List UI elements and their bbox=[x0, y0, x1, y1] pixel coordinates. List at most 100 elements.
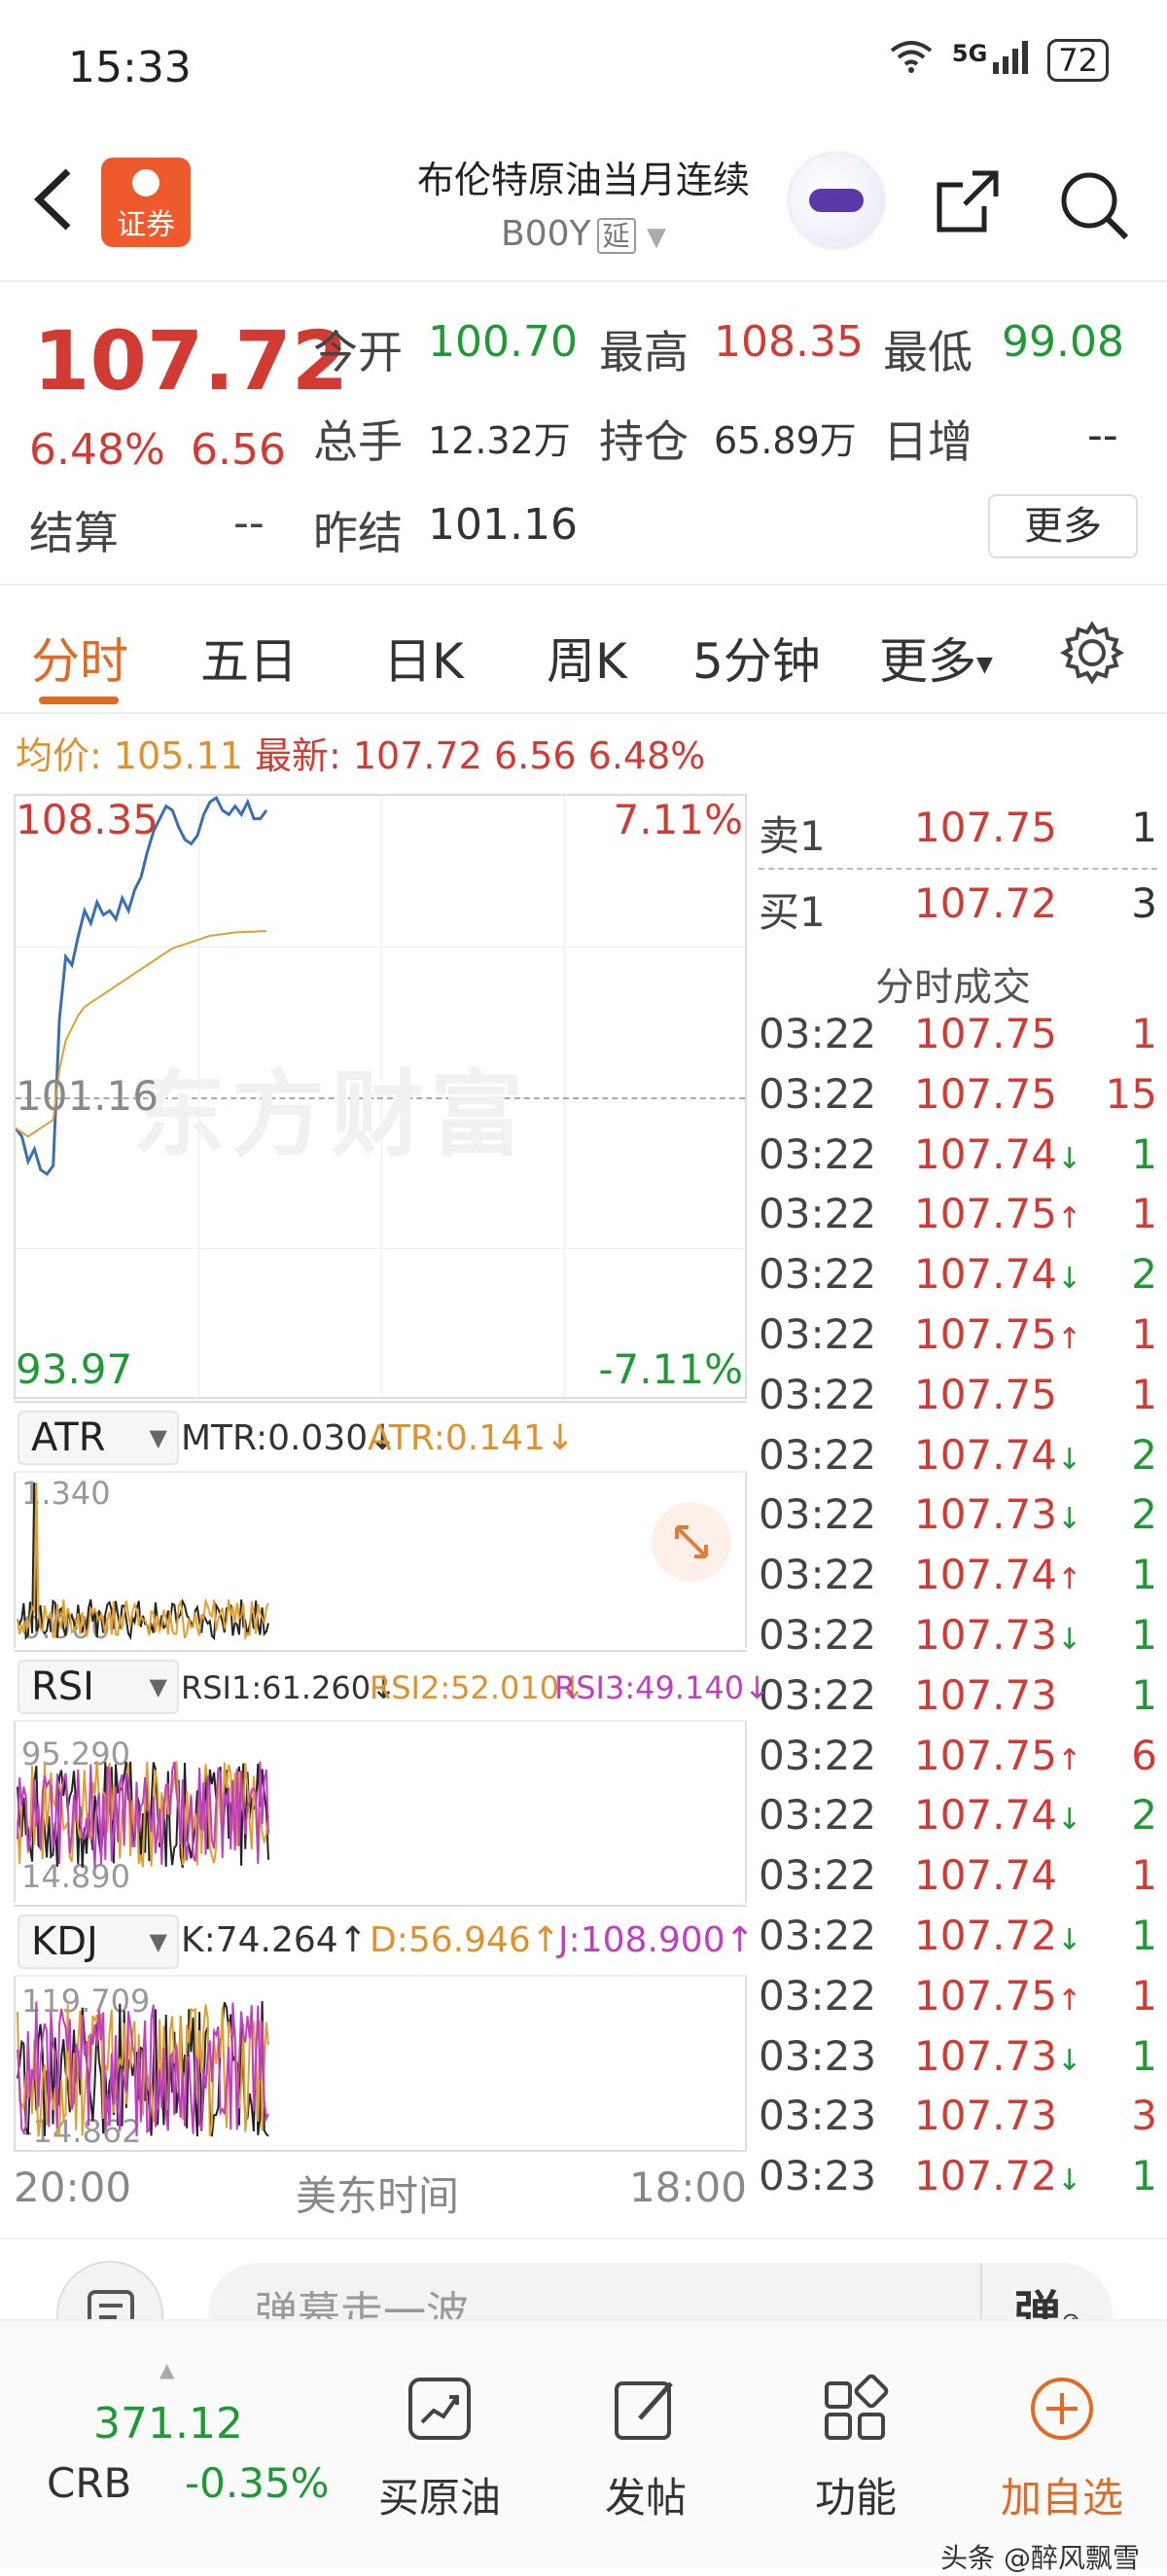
trade-volume: 1 bbox=[1131, 2031, 1157, 2080]
latest-change: 6.56 bbox=[493, 734, 577, 777]
kdj-indicator-select[interactable]: KDJ ▼ bbox=[18, 1914, 179, 1969]
tab-five-day[interactable]: 五日 bbox=[200, 623, 298, 693]
chart-settings-button[interactable] bbox=[1059, 621, 1125, 685]
trade-volume: 1 bbox=[1131, 1851, 1157, 1900]
trade-row: 03:22 107.74↓ 2 bbox=[759, 1791, 1167, 1849]
trade-row: 03:22 107.74↓ 2 bbox=[759, 1431, 1167, 1489]
bottom-nav: ▲ 371.12 CRB -0.35% 买原油 发帖 功能 加自选 bbox=[0, 2319, 1167, 2568]
arrow-down-icon: ↓ bbox=[1056, 1623, 1082, 1657]
atr-indicator-select[interactable]: ATR ▼ bbox=[18, 1411, 179, 1465]
nav-post-label: 发帖 bbox=[604, 2474, 687, 2522]
more-quote-button[interactable]: 更多 bbox=[988, 494, 1138, 558]
trade-time: 03:22 bbox=[759, 1010, 877, 1057]
grid-icon bbox=[825, 2374, 889, 2440]
intraday-chart[interactable]: 东方财富 108.35 7.11% 101.16 93.97 -7.11% bbox=[14, 794, 747, 1399]
arrow-up-icon: ↑ bbox=[1056, 1322, 1082, 1356]
latest-label: 最新: bbox=[254, 734, 341, 777]
trade-row: 03:22 107.75↑ 6 bbox=[759, 1732, 1167, 1790]
rsi1-value: RSI1:61.260↓ bbox=[181, 1669, 397, 1706]
kdj-chart: 119.709 -14.862 bbox=[14, 1977, 747, 2152]
trade-price: 107.72↓ bbox=[914, 1912, 1082, 1959]
share-button[interactable] bbox=[934, 167, 1002, 235]
trade-volume: 2 bbox=[1131, 1430, 1157, 1479]
ask-volume: 1 bbox=[1131, 804, 1157, 851]
nav-functions[interactable]: 功能 bbox=[778, 2374, 934, 2524]
avg-label: 均价: bbox=[16, 734, 102, 777]
signal-icon bbox=[991, 39, 1030, 82]
atr-header: ATR ▼ MTR:0.030↓ ATR:0.141↓ bbox=[14, 1401, 747, 1473]
trade-price: 107.74↓ bbox=[914, 1430, 1082, 1479]
volume-value: 12.32万 bbox=[428, 419, 571, 462]
tab-more[interactable]: 更多▼ bbox=[879, 623, 993, 693]
nav-add-watchlist-label: 加自选 bbox=[1000, 2474, 1123, 2522]
settle-label: 结算 bbox=[29, 507, 119, 559]
trade-volume: 6 bbox=[1131, 1731, 1157, 1779]
trade-price: 107.75↑ bbox=[914, 1971, 1082, 2020]
change-amount: 6.56 bbox=[191, 425, 286, 475]
expand-button[interactable] bbox=[652, 1502, 731, 1582]
assistant-avatar[interactable] bbox=[790, 154, 883, 247]
trade-price: 107.74 bbox=[914, 1851, 1057, 1900]
arrow-down-icon: ↓ bbox=[1056, 2043, 1082, 2078]
tab-5min[interactable]: 5分钟 bbox=[692, 623, 821, 693]
trade-row: 03:23 107.73↓ 1 bbox=[759, 2032, 1167, 2091]
trade-row: 03:22 107.74 1 bbox=[759, 1851, 1167, 1910]
trade-row: 03:22 107.75↑ 1 bbox=[759, 1972, 1167, 2030]
trade-time: 03:23 bbox=[759, 2152, 877, 2200]
avg-value: 105.11 bbox=[113, 734, 243, 777]
tab-intraday[interactable]: 分时 bbox=[31, 623, 128, 693]
trade-price: 107.75 bbox=[914, 1069, 1057, 1118]
tab-daily-k[interactable]: 日K bbox=[383, 623, 464, 693]
trade-row: 03:22 107.74↓ 2 bbox=[759, 1250, 1167, 1308]
source-watermark: 头条 @醉风飘雪 bbox=[940, 2542, 1140, 2574]
nav-buy-oil[interactable]: 买原油 bbox=[362, 2374, 517, 2524]
ask-price: 107.75 bbox=[914, 804, 1057, 851]
open-interest-label: 持仓 bbox=[599, 415, 689, 468]
crb-value[interactable]: 371.12 bbox=[93, 2399, 243, 2449]
status-icons: 5G 72 bbox=[888, 39, 1109, 82]
trade-volume: 1 bbox=[1131, 1912, 1157, 1959]
kdj-plot bbox=[17, 2001, 269, 2137]
delay-tag: 延 bbox=[596, 218, 636, 254]
trade-time: 03:23 bbox=[759, 2031, 877, 2080]
trade-price: 107.73 bbox=[914, 2092, 1057, 2140]
tab-weekly-k[interactable]: 周K bbox=[547, 623, 627, 693]
rsi-indicator-select[interactable]: RSI ▼ bbox=[18, 1660, 179, 1714]
trade-volume: 1 bbox=[1131, 1310, 1157, 1358]
trades-title: 分时成交 bbox=[875, 965, 1031, 1010]
ask-row: 卖1 107.75 1 bbox=[759, 804, 1167, 862]
trade-price: 107.72↓ bbox=[914, 2152, 1082, 2200]
trade-time: 03:22 bbox=[759, 1611, 877, 1659]
kdj-header: KDJ ▼ K:74.264↑ D:56.946↑ J:108.900↑ bbox=[14, 1905, 755, 1977]
open-interest-value: 65.89万 bbox=[714, 419, 857, 462]
trade-price: 107.73↓ bbox=[914, 2031, 1082, 2080]
arrow-up-icon: ↑ bbox=[1056, 1562, 1082, 1597]
nav-add-watchlist[interactable]: 加自选 bbox=[984, 2374, 1140, 2524]
trade-price: 107.73↓ bbox=[914, 1490, 1082, 1539]
high-label: 最高 bbox=[599, 326, 689, 378]
trade-volume: 1 bbox=[1131, 1010, 1157, 1057]
search-button[interactable] bbox=[1056, 167, 1130, 241]
trade-time: 03:22 bbox=[759, 1129, 877, 1178]
rsi2-value: RSI2:52.010↓ bbox=[370, 1669, 585, 1706]
search-icon bbox=[1061, 172, 1129, 240]
last-price: 107.72 bbox=[33, 313, 349, 409]
settle-value: -- bbox=[233, 498, 265, 548]
open-value: 100.70 bbox=[428, 317, 578, 367]
trade-volume: 1 bbox=[1131, 1129, 1157, 1178]
trade-price: 107.74↑ bbox=[914, 1551, 1082, 1599]
chart-bottom-price: 93.97 bbox=[16, 1345, 133, 1393]
share-icon bbox=[937, 170, 999, 233]
trade-volume: 2 bbox=[1131, 1250, 1157, 1299]
trade-row: 03:23 107.72↓ 1 bbox=[759, 2152, 1167, 2210]
trade-time: 03:22 bbox=[759, 1851, 877, 1900]
trade-volume: 1 bbox=[1131, 2152, 1157, 2200]
caret-down-icon: ▼ bbox=[976, 653, 993, 677]
arrow-down-icon: ↓ bbox=[1056, 1141, 1082, 1176]
nav-post[interactable]: 发帖 bbox=[568, 2374, 724, 2524]
arrow-down-icon: ↓ bbox=[1056, 1502, 1082, 1537]
kdj-name: KDJ bbox=[31, 1919, 98, 1964]
trade-price: 107.74↓ bbox=[914, 1791, 1082, 1840]
trade-row: 03:22 107.75 15 bbox=[759, 1070, 1167, 1128]
d-value: D:56.946↑ bbox=[370, 1920, 560, 1960]
